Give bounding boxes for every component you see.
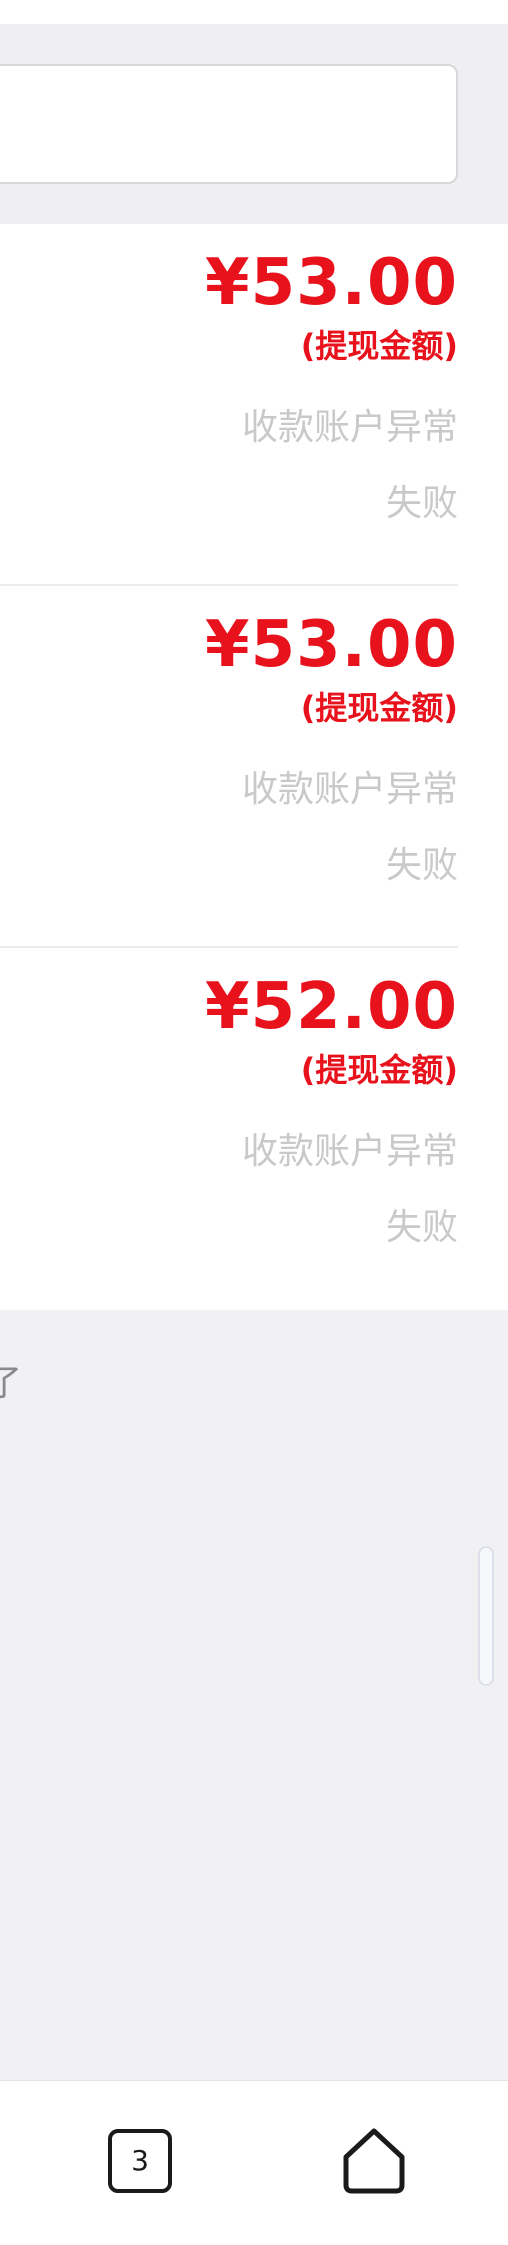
failure-reason: 收款账户异常 <box>241 407 458 448</box>
withdrawal-amount-label: (提现金额) <box>300 327 458 365</box>
list-end-text: 了 <box>0 1363 23 1404</box>
withdrawal-amount: ¥53.00 <box>205 608 458 682</box>
withdrawal-record-list: ¥53.00 (提现金额) 收款账户异常 失败 ¥53.00 (提现金额) 收款… <box>0 224 508 1310</box>
withdrawal-status: 失败 <box>385 845 458 886</box>
withdrawal-status: 失败 <box>385 483 458 524</box>
failure-reason: 收款账户异常 <box>241 769 458 810</box>
failure-reason: 收款账户异常 <box>241 1131 458 1172</box>
tabs-square-icon[interactable]: 3 <box>108 2129 172 2193</box>
browser-bottom-bar: 3 <box>0 2080 508 2245</box>
search-area <box>0 24 508 224</box>
tab-count: 3 <box>131 2144 149 2177</box>
withdrawal-record-1[interactable]: ¥53.00 (提现金额) 收款账户异常 失败 <box>0 224 508 586</box>
withdrawal-record-3[interactable]: ¥52.00 (提现金额) 收款账户异常 失败 <box>0 948 508 1310</box>
withdrawal-amount: ¥52.00 <box>205 970 458 1044</box>
withdrawal-status: 失败 <box>385 1207 458 1248</box>
home-icon[interactable] <box>338 2125 410 2197</box>
withdrawal-amount-label: (提现金额) <box>300 689 458 727</box>
top-strip <box>0 0 508 24</box>
withdrawal-amount-label: (提现金额) <box>300 1051 458 1089</box>
scrollbar-thumb[interactable] <box>478 1546 494 1686</box>
withdrawal-record-2[interactable]: ¥53.00 (提现金额) 收款账户异常 失败 <box>0 586 508 948</box>
withdrawal-amount: ¥53.00 <box>205 246 458 320</box>
withdrawal-records-page: ¥53.00 (提现金额) 收款账户异常 失败 ¥53.00 (提现金额) 收款… <box>0 0 508 2245</box>
search-input[interactable] <box>0 64 458 184</box>
